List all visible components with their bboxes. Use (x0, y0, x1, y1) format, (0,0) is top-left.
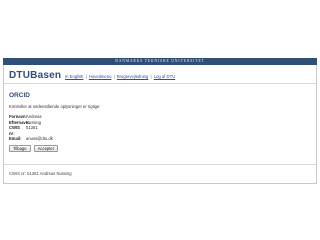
top-navigation: In English | Hovedmenu | Brugervejlednin… (65, 74, 175, 79)
nav-link-main-menu[interactable]: Hovedmenu (89, 74, 112, 79)
site-header: DTUBasen In English | Hovedmenu | Bruger… (3, 65, 317, 84)
page-title: ORCID (9, 92, 30, 99)
form-actions: Tilbage Accepter (9, 144, 309, 152)
university-name: DANMARKS TEKNISKE UNIVERSITET (115, 59, 205, 63)
site-logo[interactable]: DTUBasen (9, 70, 61, 81)
user-details: Fornavn: Andreas Efternavn: Nussing CWIS… (9, 114, 309, 142)
nav-link-logout[interactable]: Log af DTU (154, 74, 175, 79)
nav-link-user-guide[interactable]: Brugervejledning (117, 74, 148, 79)
nav-separator: | (113, 73, 115, 79)
nav-separator: | (150, 73, 152, 79)
field-value: 51381 (26, 125, 38, 131)
instruction-text: Kontroller at nedenstående oplysninger e… (9, 104, 101, 109)
site-footer: CWIS nr: 51381 Andreas Nussing (3, 164, 317, 184)
field-email: Email: anuss@dtu.dk (9, 136, 309, 142)
footer-user-info: CWIS nr: 51381 Andreas Nussing (9, 171, 72, 176)
accept-button[interactable]: Accepter (33, 144, 59, 152)
back-button[interactable]: Tilbage (9, 144, 31, 152)
university-banner: DANMARKS TEKNISKE UNIVERSITET (3, 58, 317, 65)
field-label: CWIS nr: (9, 125, 20, 136)
field-label: Email: (9, 136, 22, 142)
field-value: anuss@dtu.dk (26, 136, 53, 142)
nav-separator: | (85, 73, 87, 79)
field-cwis-number: CWIS nr: 51381 (9, 125, 309, 136)
main-content: ORCID Kontroller at nedenstående oplysni… (9, 92, 309, 152)
nav-link-english[interactable]: In English (65, 74, 83, 79)
